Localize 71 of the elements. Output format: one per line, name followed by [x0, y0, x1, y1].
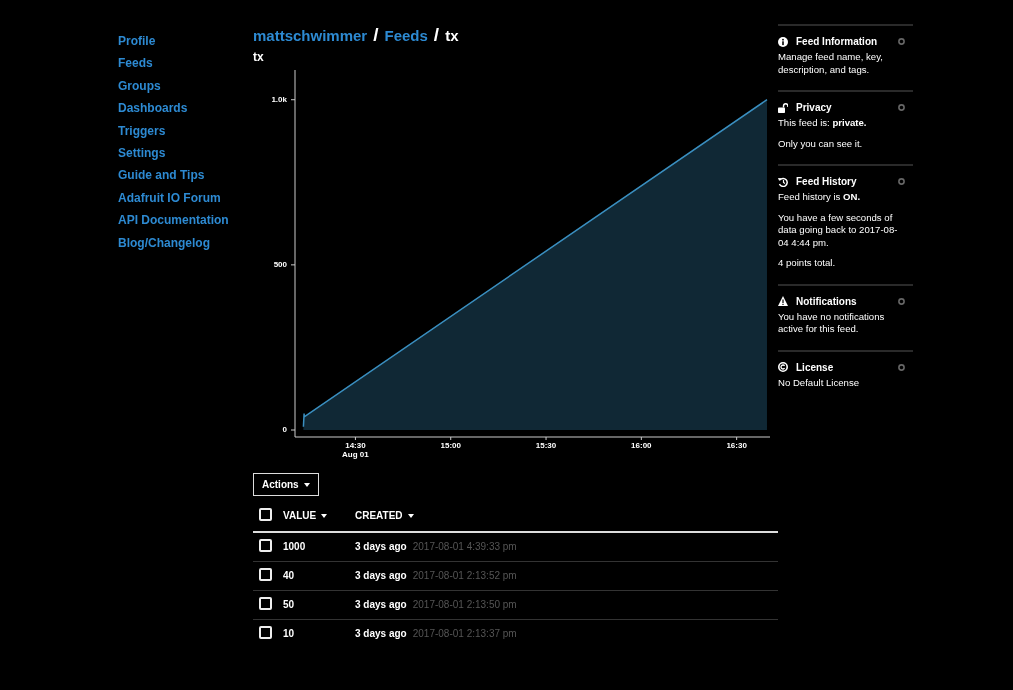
settings-icon[interactable] [898, 297, 905, 305]
x-tick-label: 16:00 [631, 441, 652, 450]
y-tick-label: 0 [282, 425, 287, 434]
settings-icon[interactable] [898, 104, 905, 111]
sidebar-link[interactable]: Blog/Changelog [118, 231, 210, 255]
y-tick-label: 1.0k [271, 94, 287, 104]
checkbox[interactable] [259, 597, 272, 610]
checkbox[interactable] [259, 568, 272, 581]
column-header[interactable]: VALUE [283, 510, 328, 521]
value-cell: 40 [283, 570, 295, 581]
x-tick-label: 14:30 [345, 441, 366, 450]
breadcrumb-current: tx [445, 27, 459, 44]
timestamp: 2017-08-01 2:13:50 pm [412, 599, 517, 610]
caret-icon [303, 483, 310, 488]
breadcrumb-link[interactable]: Feeds [384, 27, 428, 44]
column-header[interactable]: CREATED [355, 510, 414, 521]
value-cell: 1000 [283, 541, 306, 552]
sidebar-link[interactable]: Adafruit IO Forum [118, 186, 221, 210]
section-title: Feed History [796, 176, 857, 187]
feed-title: tx [253, 50, 264, 64]
section-title: License [796, 361, 834, 373]
info-icon [778, 36, 788, 47]
actions-button[interactable]: Actions [253, 473, 319, 496]
relative-time: 3 days ago [355, 628, 407, 639]
padlock-icon [778, 102, 788, 113]
section-text: Only you can see it. [778, 137, 864, 150]
copyright-icon [778, 362, 788, 372]
timestamp: 2017-08-01 2:13:52 pm [412, 570, 517, 581]
x-tick-label: Aug 01 [342, 450, 369, 459]
sidebar-link[interactable]: Groups [118, 74, 161, 98]
sidebar-link[interactable]: API Documentation [118, 209, 229, 232]
sidebar-link[interactable]: Feeds [118, 52, 153, 75]
section-text: You have no notifications active for this feed. [778, 310, 886, 336]
checkbox[interactable] [259, 508, 272, 521]
breadcrumb-separator: / [373, 24, 379, 46]
section-text: You have a few seconds of data going back to 2017-08-04 4:44 pm. [778, 211, 899, 249]
section-text: This feed is: private. [778, 117, 868, 130]
sidebar-link[interactable]: Settings [118, 142, 166, 165]
checkbox[interactable] [259, 539, 272, 552]
caret-icon [407, 514, 414, 519]
settings-icon[interactable] [898, 363, 905, 371]
value-cell: 50 [283, 599, 295, 610]
section-title: Notifications [796, 295, 857, 307]
sidebar-link[interactable]: Dashboards [118, 97, 188, 120]
x-tick-label: 16:30 [726, 441, 747, 450]
sidebar-link[interactable]: Profile [118, 30, 156, 53]
timestamp: 2017-08-01 4:39:33 pm [412, 541, 517, 552]
breadcrumb-link[interactable]: mattschwimmer [253, 27, 368, 44]
caret-icon [321, 514, 328, 519]
y-tick-label: 500 [273, 259, 287, 269]
x-tick-label: 15:30 [535, 441, 557, 450]
warning-icon [778, 296, 788, 306]
section-text: Feed history is ON. [778, 191, 862, 204]
section-text: No Default License [778, 376, 861, 389]
section-title: Privacy [796, 102, 832, 113]
sidebar-link[interactable]: Guide and Tips [118, 164, 205, 187]
x-tick-label: 15:00 [440, 441, 461, 450]
breadcrumb-separator: / [433, 24, 440, 46]
history-icon [778, 176, 788, 187]
timestamp: 2017-08-01 2:13:37 pm [412, 628, 517, 639]
settings-icon[interactable] [898, 178, 905, 185]
section-text: Manage feed name, key, description, and tags. [778, 51, 884, 76]
section-title: Feed Information [796, 36, 878, 47]
relative-time: 3 days ago [355, 541, 407, 552]
settings-icon[interactable] [898, 38, 905, 45]
section-text: 4 points total. [778, 257, 837, 270]
sidebar-link[interactable]: Triggers [118, 119, 166, 143]
checkbox[interactable] [259, 626, 272, 639]
relative-time: 3 days ago [355, 570, 407, 581]
relative-time: 3 days ago [355, 599, 407, 610]
value-cell: 10 [283, 628, 295, 639]
